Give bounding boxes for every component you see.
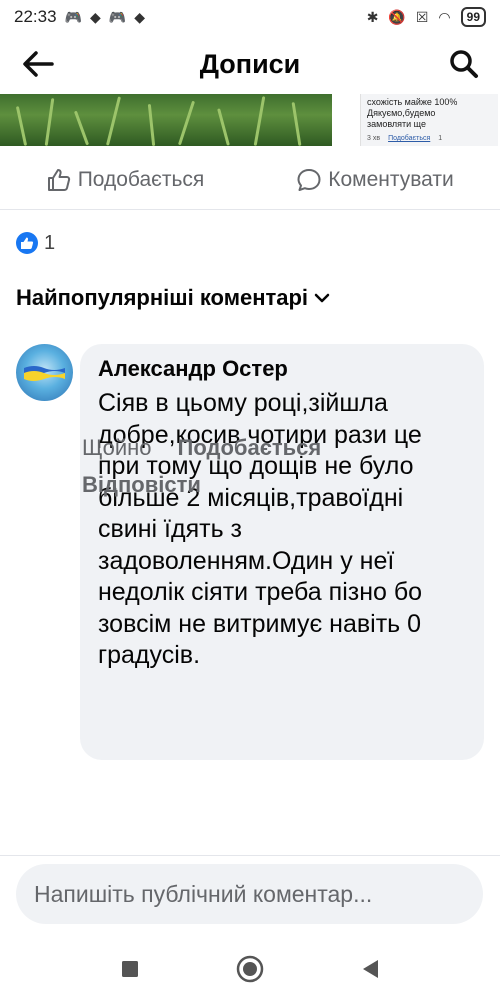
screenshot-like: Подобається	[388, 135, 431, 142]
status-time: 22:33	[14, 7, 57, 26]
comment-author[interactable]: Александр Остер	[98, 356, 466, 382]
page-title: Дописи	[199, 48, 301, 79]
comment-icon	[297, 168, 321, 191]
search-button[interactable]	[444, 44, 484, 84]
screenshot-meta: 3 хв Подобається 1	[367, 133, 492, 144]
comment-composer	[0, 855, 500, 937]
comment-like-button[interactable]: Подобається	[178, 429, 322, 466]
dropbox-icon: ◆	[89, 8, 101, 25]
thumbs-up-icon	[47, 168, 70, 191]
post-action-bar: Подобається Коментувати	[0, 150, 500, 210]
comment-input[interactable]	[16, 864, 483, 924]
screenshot-time: 3 хв	[367, 135, 381, 142]
mute-icon: 🔕	[388, 8, 406, 25]
like-reaction-icon	[16, 232, 38, 254]
avatar[interactable]	[16, 344, 73, 401]
bluetooth-icon: ✱	[366, 8, 379, 25]
dropbox-icon: ◆	[134, 8, 145, 25]
post-images[interactable]: схожість майже 100% Дякуємо,будемо замов…	[0, 94, 500, 146]
back-nav-button[interactable]	[350, 949, 390, 989]
back-button[interactable]	[18, 44, 58, 84]
sim-icon: ☒	[415, 8, 429, 25]
chevron-down-icon	[314, 293, 330, 303]
arrow-left-icon	[23, 51, 54, 77]
gamepad-icon: 🎮	[64, 8, 82, 25]
grass-photo[interactable]	[0, 94, 332, 146]
flag-icon	[24, 366, 65, 381]
comment-bubble[interactable]: Александр Остер Сіяв в цьому році,зійшла…	[80, 344, 484, 760]
recents-button[interactable]	[110, 949, 150, 989]
home-button[interactable]	[230, 949, 270, 989]
comment-actions: Щойно Подобається Відповісти	[82, 429, 472, 503]
search-icon	[450, 50, 478, 78]
triangle-left-icon	[363, 959, 378, 978]
reactions-summary[interactable]: 1	[16, 229, 55, 257]
app-header: Дописи	[0, 34, 500, 94]
reaction-count: 1	[44, 231, 56, 254]
screenshot-photo[interactable]: схожість майже 100% Дякуємо,будемо замов…	[360, 94, 498, 146]
screenshot-text: схожість майже 100% Дякуємо,будемо замов…	[367, 97, 458, 129]
comment-time: Щойно	[82, 435, 152, 460]
square-icon	[122, 960, 138, 977]
like-label: Подобається	[77, 167, 205, 191]
battery-icon: 99	[460, 7, 486, 27]
screenshot-count: 1	[438, 135, 443, 142]
comment-button[interactable]: Коментувати	[250, 150, 500, 209]
circle-icon	[236, 955, 264, 982]
sort-label: Найпопулярніші коментарі	[16, 285, 309, 310]
comment-label: Коментувати	[328, 167, 454, 191]
status-bar: 22:33 🎮 ◆ 🎮 ◆ ✱ 🔕 ☒ ◠ 99	[0, 0, 500, 34]
like-button[interactable]: Подобається	[0, 150, 250, 209]
gamepad-icon: 🎮	[108, 8, 127, 25]
wifi-icon: ◠	[438, 8, 451, 25]
comment-reply-button[interactable]: Відповісти	[82, 466, 201, 503]
system-nav-bar	[0, 937, 500, 1000]
comment-sort-dropdown[interactable]: Найпопулярніші коментарі	[16, 285, 330, 311]
